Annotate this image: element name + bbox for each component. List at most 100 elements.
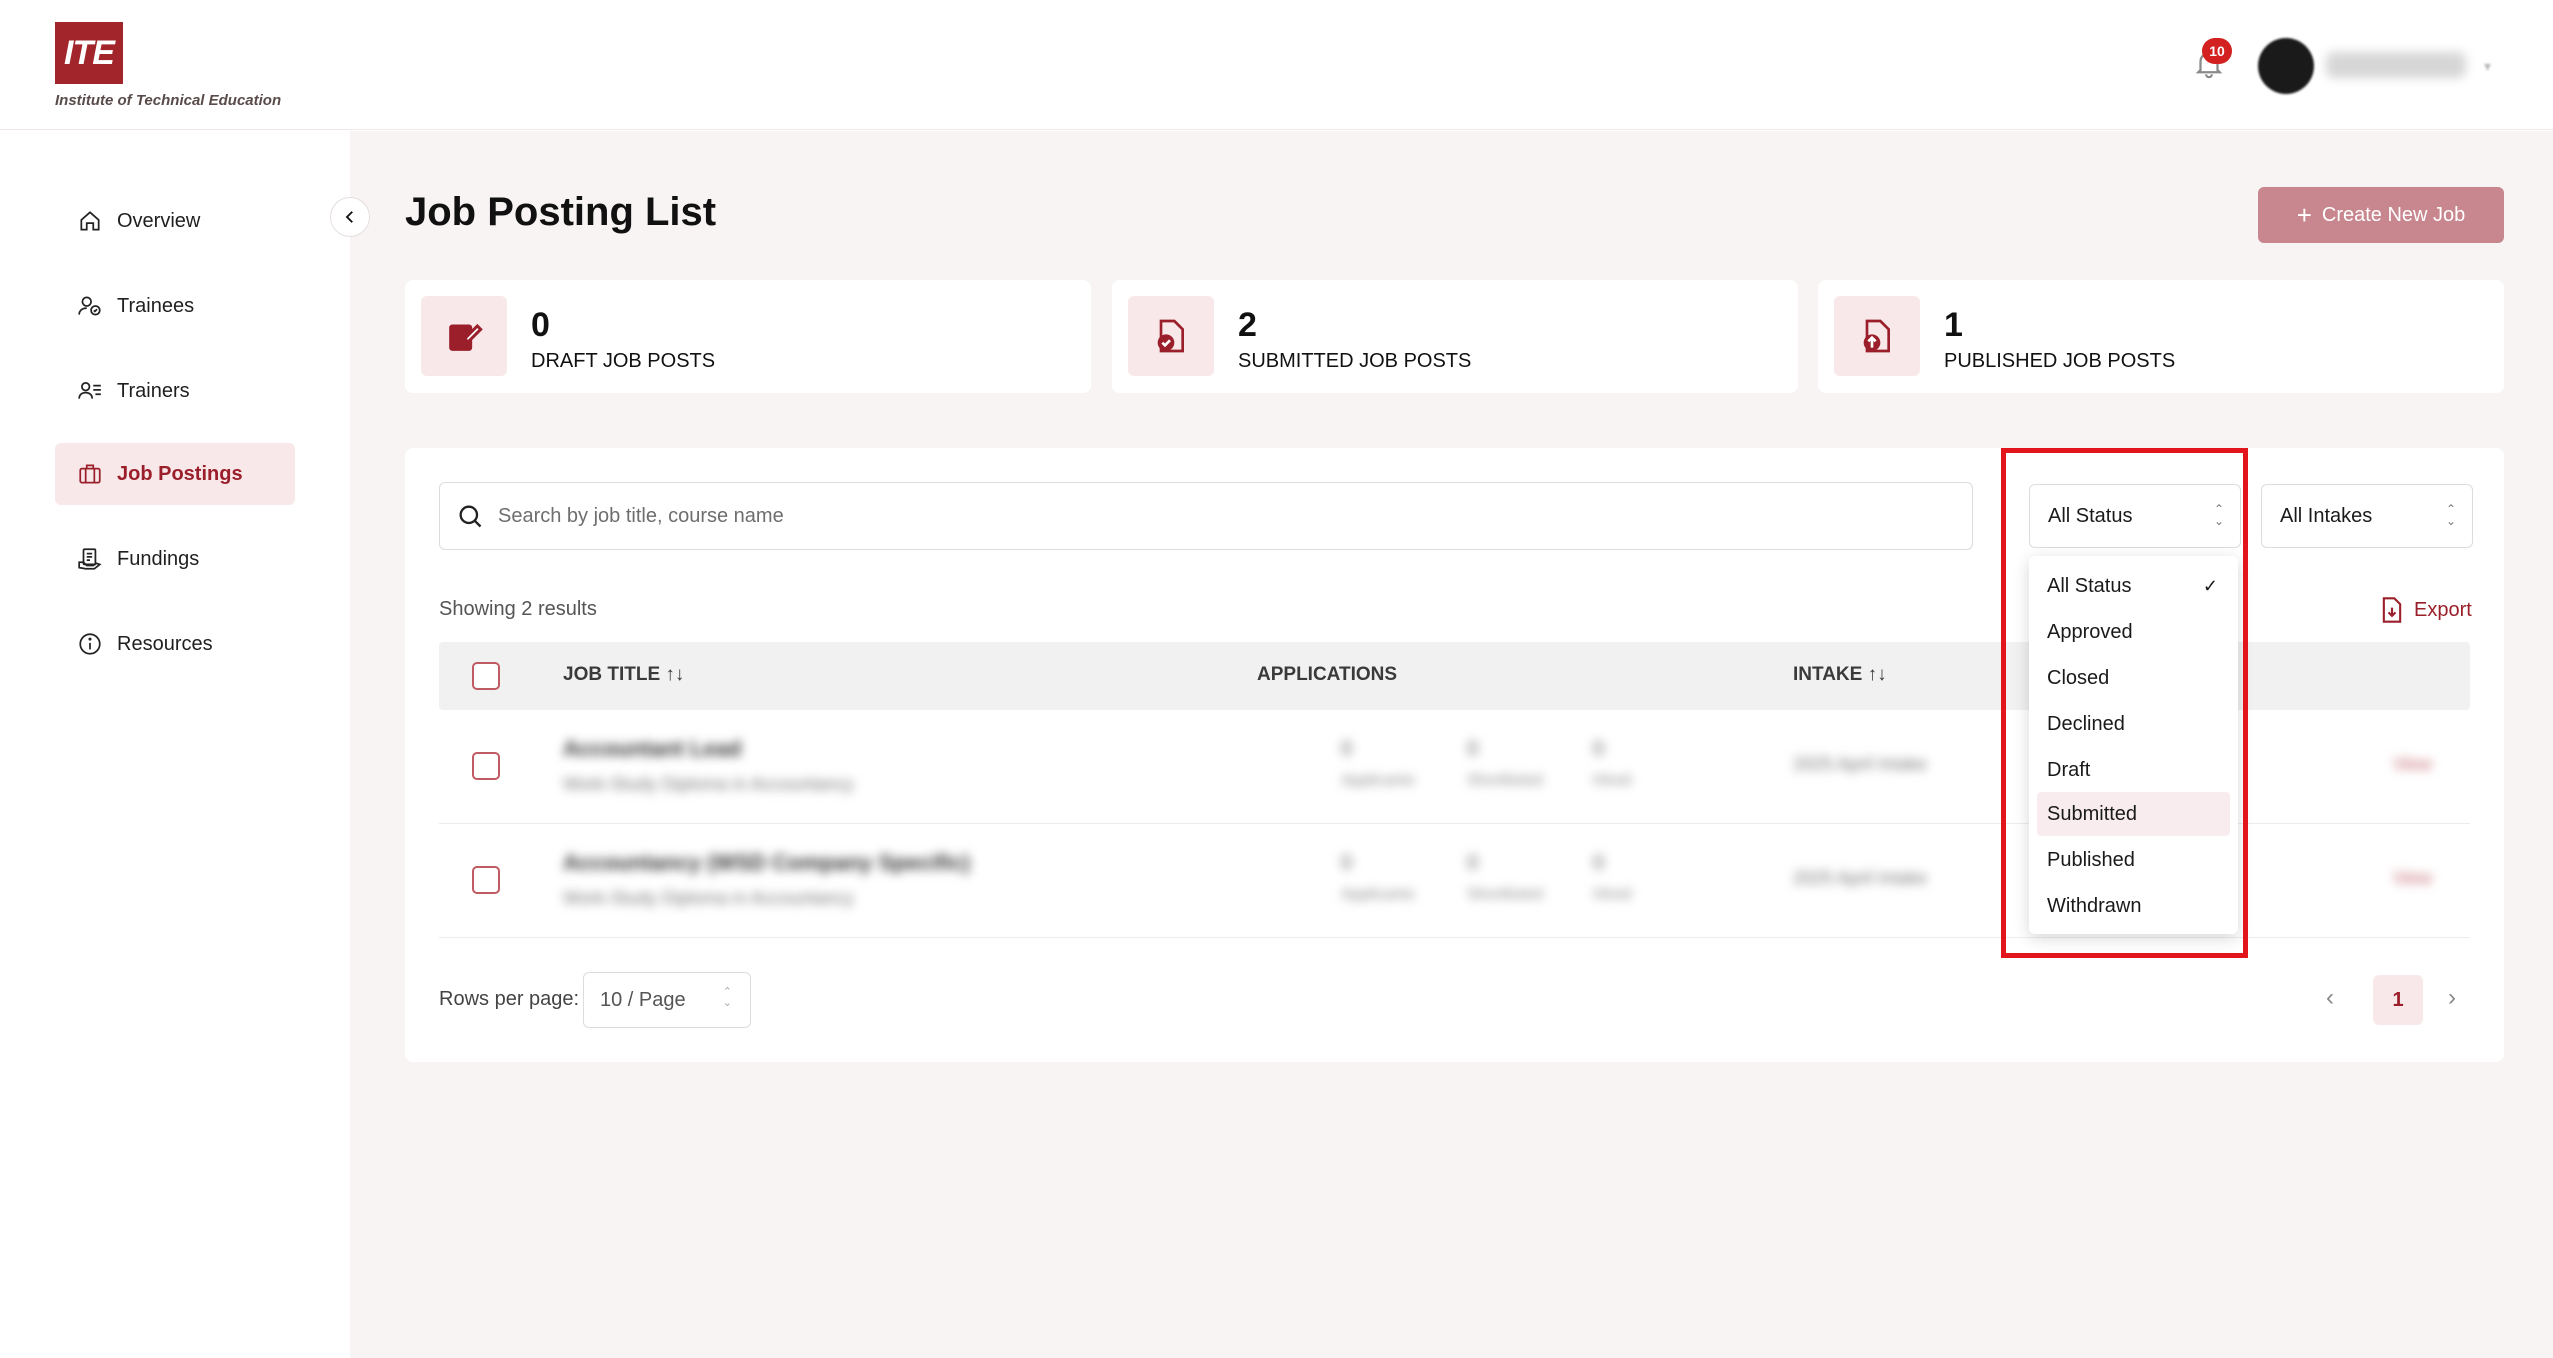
shortlisted-label: Shortlisted <box>1467 772 1543 789</box>
course-name: Work-Study Diploma in Accountancy <box>563 888 854 908</box>
notification-badge: 10 <box>2202 38 2232 64</box>
applicants-count: 0 <box>1341 852 1353 874</box>
search-input[interactable] <box>498 504 1898 528</box>
previous-page-icon[interactable]: ‹ <box>2326 984 2334 1012</box>
published-document-icon <box>1834 296 1920 376</box>
collapse-sidebar-button[interactable] <box>330 197 370 237</box>
chevron-down-icon[interactable]: ▾ <box>2484 58 2491 75</box>
funding-icon <box>78 548 102 570</box>
sidebar-item-label: Trainers <box>117 379 190 402</box>
intake-filter-value: All Intakes <box>2280 504 2373 527</box>
shortlisted-count: 0 <box>1467 738 1479 760</box>
briefcase-icon <box>79 464 101 484</box>
column-header-applications: APPLICATIONS <box>1257 664 1398 685</box>
applicants-count: 0 <box>1341 738 1353 760</box>
shortlisted-label: Shortlisted <box>1467 886 1543 903</box>
sidebar-item-trainees[interactable]: Trainees <box>55 275 295 337</box>
view-link[interactable]: View <box>2393 754 2432 775</box>
view-link[interactable]: View <box>2393 868 2432 889</box>
stat-card-draft: 0 DRAFT JOB POSTS <box>405 280 1091 393</box>
row-checkbox[interactable] <box>472 752 500 780</box>
job-title[interactable]: Accountant Lead <box>563 736 741 762</box>
status-option-declined[interactable]: Declined <box>2037 702 2230 746</box>
search-icon <box>459 505 482 528</box>
hired-label: Hired <box>1593 772 1632 789</box>
sidebar-item-overview[interactable]: Overview <box>55 190 295 252</box>
export-label: Export <box>2414 598 2472 621</box>
page-number-button[interactable]: 1 <box>2373 975 2423 1025</box>
plus-icon: + <box>2296 199 2312 230</box>
row-checkbox[interactable] <box>472 866 500 894</box>
status-option-draft[interactable]: Draft <box>2037 748 2230 792</box>
chevron-left-icon <box>345 211 353 223</box>
hired-count: 0 <box>1593 738 1605 760</box>
status-filter-select[interactable]: All Status ⌃ ⌄ <box>2029 484 2241 548</box>
intake-filter-select[interactable]: All Intakes ⌃ ⌄ <box>2261 484 2473 548</box>
rows-per-page-value: 10 / Page <box>600 988 686 1011</box>
sidebar-item-label: Overview <box>117 209 201 232</box>
sidebar-item-trainers[interactable]: Trainers <box>55 360 295 422</box>
user-name[interactable] <box>2326 52 2466 78</box>
status-dropdown-menu: All Status ✓ Approved Closed Declined Dr… <box>2029 556 2238 934</box>
applicants-label: Applicants <box>1341 772 1415 789</box>
select-caret-icon: ⌃ ⌄ <box>2445 502 2456 528</box>
status-option-closed[interactable]: Closed <box>2037 656 2230 700</box>
published-label: PUBLISHED JOB POSTS <box>1944 350 2176 372</box>
sidebar-item-fundings[interactable]: Fundings <box>55 528 295 590</box>
sidebar-item-job-postings[interactable]: Job Postings <box>55 443 295 505</box>
page-title: Job Posting List <box>405 190 717 234</box>
sidebar: Overview Trainees Trainers Job Postings … <box>0 131 350 1358</box>
submitted-label: SUBMITTED JOB POSTS <box>1238 350 1472 372</box>
select-caret-icon: ⌃ ⌄ <box>2213 502 2224 528</box>
hired-label: Hired <box>1593 886 1632 903</box>
edit-document-icon <box>421 296 507 376</box>
results-count: Showing 2 results <box>439 598 597 620</box>
select-caret-icon: ⌃ ⌄ <box>722 986 732 1009</box>
select-all-checkbox[interactable] <box>472 662 500 690</box>
sidebar-item-label: Trainees <box>117 294 195 317</box>
sidebar-item-label: Fundings <box>117 547 200 570</box>
status-option-submitted[interactable]: Submitted <box>2037 792 2230 836</box>
status-option-published[interactable]: Published <box>2037 838 2230 882</box>
export-file-icon <box>2382 597 2402 623</box>
checkmark-icon: ✓ <box>2202 575 2218 596</box>
submitted-count: 2 <box>1238 306 1257 344</box>
intake-value: 2025 April Intake <box>1793 754 1928 774</box>
draft-count: 0 <box>531 306 550 344</box>
export-button[interactable]: Export <box>2380 596 2472 624</box>
rows-per-page-label: Rows per page: <box>439 988 580 1010</box>
trainers-icon <box>78 382 101 399</box>
rows-per-page-select[interactable]: 10 / Page ⌃ ⌄ <box>583 972 751 1028</box>
home-icon <box>80 211 100 231</box>
create-button-label: Create New Job <box>2321 203 2466 226</box>
status-option-all-status[interactable]: All Status ✓ <box>2037 564 2230 608</box>
info-icon <box>79 633 101 655</box>
published-count: 1 <box>1944 306 1963 344</box>
job-title[interactable]: Accountancy (WSD Company Specific) <box>563 850 970 876</box>
shortlisted-count: 0 <box>1467 852 1479 874</box>
ite-logo[interactable]: ITE <box>55 22 123 84</box>
sidebar-item-resources[interactable]: Resources <box>55 613 295 675</box>
intake-value: 2025 April Intake <box>1793 868 1928 888</box>
status-option-approved[interactable]: Approved <box>2037 610 2230 654</box>
sort-icon: ↑↓ <box>665 664 685 685</box>
logo-text: Institute of Technical Education <box>55 92 282 109</box>
draft-label: DRAFT JOB POSTS <box>531 350 716 372</box>
submitted-document-icon <box>1128 296 1214 376</box>
applicants-label: Applicants <box>1341 886 1415 903</box>
create-new-job-button[interactable]: + Create New Job <box>2258 187 2504 243</box>
column-header-intake[interactable]: INTAKE ↑↓ <box>1793 664 1887 686</box>
top-header: ITE Institute of Technical Education 10 … <box>0 0 2553 130</box>
next-page-icon[interactable]: › <box>2448 984 2456 1012</box>
search-box[interactable] <box>439 482 1973 550</box>
sort-icon: ↑↓ <box>1867 664 1887 685</box>
avatar[interactable] <box>2258 38 2314 94</box>
stat-card-published: 1 PUBLISHED JOB POSTS <box>1818 280 2504 393</box>
stat-card-submitted: 2 SUBMITTED JOB POSTS <box>1112 280 1798 393</box>
trainees-icon <box>78 296 101 316</box>
course-name: Work-Study Diploma in Accountancy <box>563 774 854 794</box>
sidebar-item-label: Resources <box>117 632 213 655</box>
status-option-withdrawn[interactable]: Withdrawn <box>2037 884 2230 928</box>
column-header-job-title[interactable]: JOB TITLE ↑↓ <box>563 664 684 686</box>
sidebar-item-label: Job Postings <box>117 462 243 485</box>
